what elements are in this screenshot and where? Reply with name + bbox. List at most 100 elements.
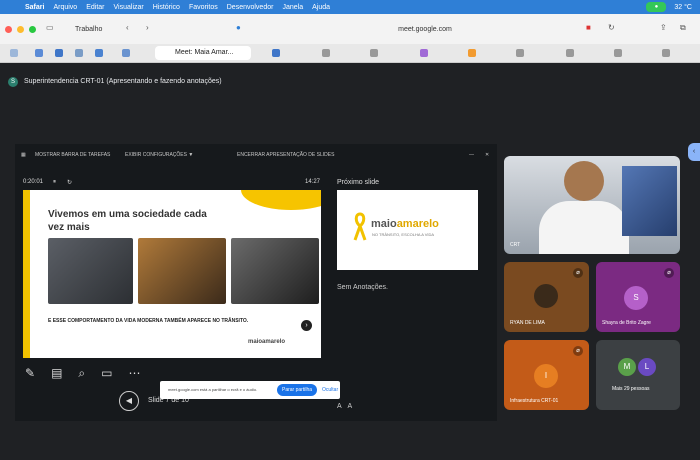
speaker-notes: Sem Anotações. xyxy=(337,284,388,291)
video-call-icon[interactable]: ● xyxy=(646,2,667,12)
restart-icon[interactable]: ↻ xyxy=(67,179,72,186)
increase-text-button[interactable]: A xyxy=(348,403,353,410)
tab-favicon[interactable] xyxy=(75,49,83,57)
menu-ajuda[interactable]: Ajuda xyxy=(312,4,330,11)
photo-night-traffic xyxy=(138,238,226,304)
more-participants-label: Mais 29 pessoas xyxy=(612,386,650,392)
menu-arquivo[interactable]: Arquivo xyxy=(53,4,77,11)
previous-slide-button[interactable]: ◀ xyxy=(119,391,139,411)
tab-favicon[interactable] xyxy=(272,49,280,57)
weather-text: 32 °C xyxy=(674,3,692,11)
tab-favicon[interactable] xyxy=(322,49,330,57)
pause-icon[interactable]: ⏸ xyxy=(53,179,56,186)
tab-bar: Meet: Maia Amar... xyxy=(0,44,700,63)
next-slide-label: Próximo slide xyxy=(337,179,380,186)
close-window-icon[interactable] xyxy=(5,26,12,33)
hide-banner-link[interactable]: Ocultar xyxy=(322,387,338,393)
share-banner-text: meet.google.com está a partilhar o ecrã … xyxy=(168,387,258,392)
arrow-right-icon: › xyxy=(301,320,312,331)
zoom-icon[interactable]: ⌕ xyxy=(78,366,85,382)
decrease-text-button[interactable]: A xyxy=(337,403,342,410)
menu-safari[interactable]: Safari xyxy=(25,4,44,11)
text-size-controls: A A xyxy=(337,403,352,410)
reload-icon[interactable]: ↻ xyxy=(608,23,615,32)
minimize-icon[interactable]: — xyxy=(469,152,474,158)
menu-historico[interactable]: Histórico xyxy=(153,4,180,11)
speaker-head xyxy=(564,161,604,201)
menu-desenvolvedor[interactable]: Desenvolvedor xyxy=(227,4,274,11)
tab-favicon[interactable] xyxy=(662,49,670,57)
next-slide-preview[interactable]: maioamarelo NO TRÂNSITO, ESCOLHA A VIDA xyxy=(337,190,478,270)
stop-sharing-button[interactable]: Parar partilha xyxy=(277,384,317,396)
shield-icon[interactable]: ● xyxy=(236,23,241,32)
avatar xyxy=(534,284,558,308)
slides-grid-icon[interactable]: ▤ xyxy=(51,366,62,382)
tab-favicon[interactable] xyxy=(122,49,130,57)
avatar: M xyxy=(618,358,636,376)
tab-favicon[interactable] xyxy=(95,49,103,57)
tab-meet[interactable]: Meet: Maia Amar... xyxy=(155,46,251,60)
minimize-window-icon[interactable] xyxy=(17,26,24,33)
mic-off-icon: ⌀ xyxy=(664,268,674,278)
more-participants-tile[interactable]: M L Mais 29 pessoas xyxy=(596,340,680,410)
screen-icon[interactable]: ▭ xyxy=(101,366,112,382)
tab-favicon[interactable] xyxy=(420,49,428,57)
speaker-shirt xyxy=(539,201,629,254)
meeting-header: S Superintendencia CRT-01 (Apresentando … xyxy=(0,72,700,92)
tab-favicon[interactable] xyxy=(55,49,63,57)
main-speaker-tile[interactable]: CRT xyxy=(504,156,680,254)
zoom-window-icon[interactable] xyxy=(29,26,36,33)
participant-tile-ryan[interactable]: ⌀ RYAN DE LIMA xyxy=(504,262,589,332)
tab-favicon[interactable] xyxy=(566,49,574,57)
participant-tile-infra[interactable]: I ⌀ Infraestrutura CRT-01 xyxy=(504,340,589,410)
back-icon[interactable]: ‹ xyxy=(126,23,129,32)
presenter-view: ▦ MOSTRAR BARRA DE TAREFAS EXIBIR CONFIG… xyxy=(15,144,497,421)
camera-icon[interactable]: ■ xyxy=(586,23,591,32)
menu-editar[interactable]: Editar xyxy=(86,4,104,11)
mic-off-icon: ⌀ xyxy=(573,346,583,356)
more-options-icon[interactable]: ⋯ xyxy=(128,366,140,382)
slide-yellow-corner xyxy=(241,190,321,210)
menu-visualizar[interactable]: Visualizar xyxy=(114,4,144,11)
avatar-l: L xyxy=(638,358,656,376)
participant-name: Shayra de Brito Zagre xyxy=(602,320,651,326)
status-area: ● 32 °C xyxy=(646,0,692,14)
slide-title: Vivemos em uma sociedade cada vez mais xyxy=(48,209,207,233)
logo-maio: maio xyxy=(371,218,397,230)
next-slide-sub: NO TRÂNSITO, ESCOLHA A VIDA xyxy=(372,232,435,237)
menu-janela[interactable]: Janela xyxy=(282,4,303,11)
forward-icon[interactable]: › xyxy=(146,23,149,32)
participant-tile-shayra[interactable]: S ⌀ Shayra de Brito Zagre xyxy=(596,262,680,332)
main-speaker-name: CRT xyxy=(510,242,521,248)
address-bar[interactable]: meet.google.com xyxy=(260,23,590,37)
slide-yellow-stripe xyxy=(23,190,30,358)
tab-favicon[interactable] xyxy=(10,49,18,57)
tab-favicon[interactable] xyxy=(614,49,622,57)
slide-logo: maioamarelo xyxy=(248,339,286,345)
pen-icon[interactable]: ✎ xyxy=(25,366,35,382)
grid-icon[interactable]: ▦ xyxy=(21,152,26,158)
slide-caption: E ESSE COMPORTAMENTO DA VIDA MODERNA TAM… xyxy=(48,318,249,324)
participant-name: Infraestrutura CRT-01 xyxy=(510,398,559,404)
presenter-tools: ✎ ▤ ⌕ ▭ ⋯ xyxy=(25,366,140,382)
participant-name: RYAN DE LIMA xyxy=(510,320,545,326)
safari-toolbar: ▭ Trabalho ‹ › ● meet.google.com ■ ↻ ⇪ ⧉ xyxy=(0,14,700,45)
share-icon[interactable]: ⇪ xyxy=(660,23,667,32)
tab-favicon[interactable] xyxy=(35,49,43,57)
macos-menubar: Safari Arquivo Editar Visualizar Históri… xyxy=(0,0,700,14)
show-taskbar-button[interactable]: MOSTRAR BARRA DE TAREFAS xyxy=(35,152,110,158)
tab-favicon[interactable] xyxy=(468,49,476,57)
current-slide[interactable]: Vivemos em uma sociedade cada vez mais E… xyxy=(23,190,321,358)
tab-favicon[interactable] xyxy=(370,49,378,57)
chat-panel-toggle-icon[interactable]: ‹ xyxy=(688,143,700,161)
tabs-overview-icon[interactable]: ⧉ xyxy=(680,23,686,33)
next-slide-logo: maioamarelo xyxy=(371,218,439,230)
tab-favicon[interactable] xyxy=(516,49,524,57)
close-icon[interactable]: ✕ xyxy=(485,152,489,158)
avatar: I xyxy=(534,364,558,388)
display-settings-button[interactable]: EXIBIR CONFIGURAÇÕES ▼ xyxy=(125,152,193,158)
sidebar-icon[interactable]: ▭ xyxy=(46,23,54,32)
menu-favoritos[interactable]: Favoritos xyxy=(189,4,218,11)
profile-selector[interactable]: Trabalho xyxy=(75,26,102,33)
end-slideshow-button[interactable]: ENCERRAR APRESENTAÇÃO DE SLIDES xyxy=(237,152,334,158)
